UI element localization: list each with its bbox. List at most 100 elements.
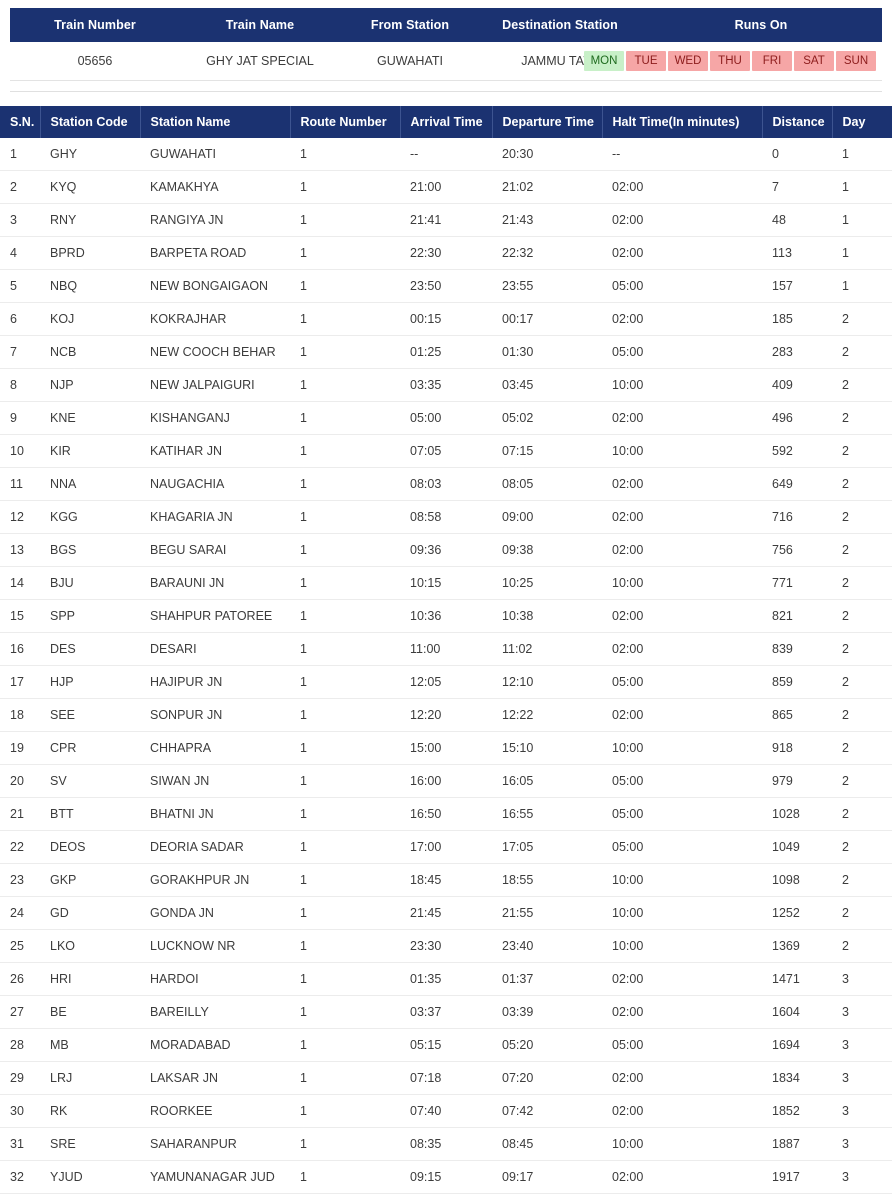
cell-day: 3 bbox=[832, 1028, 892, 1063]
cell-station-code: GKP bbox=[40, 863, 140, 898]
cell-departure-time: 09:17 bbox=[492, 1160, 602, 1195]
table-row[interactable]: 21 BTT BHATNI JN 1 16:50 16:55 05:00 1028 2 bbox=[0, 797, 892, 832]
table-row[interactable]: 23 GKP GORAKHPUR JN 1 18:45 18:55 10:00 1098 2 bbox=[0, 863, 892, 898]
cell-sn: 10 bbox=[0, 434, 40, 469]
table-row[interactable]: 26 HRI HARDOI 1 01:35 01:37 02:00 1471 3 bbox=[0, 962, 892, 997]
cell-arrival-time: 10:07 bbox=[400, 1193, 492, 1200]
cell-station-code: BGS bbox=[40, 533, 140, 568]
col-header-distance[interactable]: Distance bbox=[762, 106, 833, 139]
table-row[interactable]: 13 BGS BEGU SARAI 1 09:36 09:38 02:00 756 2 bbox=[0, 533, 892, 568]
table-row[interactable]: 20 SV SIWAN JN 1 16:00 16:05 05:00 979 2 bbox=[0, 764, 892, 799]
table-row[interactable]: 27 BE BAREILLY 1 03:37 03:39 02:00 1604 3 bbox=[0, 995, 892, 1030]
cell-station-code: SRE bbox=[40, 1127, 140, 1162]
col-header-departure-time[interactable]: Departure Time bbox=[492, 106, 603, 139]
cell-station-code: CPR bbox=[40, 731, 140, 766]
table-row[interactable]: 2 KYQ KAMAKHYA 1 21:00 21:02 02:00 7 1 bbox=[0, 170, 892, 205]
cell-route-number: 1 bbox=[290, 269, 400, 304]
table-row[interactable]: 19 CPR CHHAPRA 1 15:00 15:10 10:00 918 2 bbox=[0, 731, 892, 766]
cell-day: 2 bbox=[832, 896, 892, 931]
cell-departure-time: 12:22 bbox=[492, 698, 602, 733]
cell-halt-time: 02:00 bbox=[602, 236, 762, 271]
cell-station-name: DESARI bbox=[140, 632, 290, 667]
cell-station-name: KAMAKHYA bbox=[140, 170, 290, 205]
table-row[interactable]: 6 KOJ KOKRAJHAR 1 00:15 00:17 02:00 185 2 bbox=[0, 302, 892, 337]
table-row[interactable]: 11 NNA NAUGACHIA 1 08:03 08:05 02:00 649 2 bbox=[0, 467, 892, 502]
table-row[interactable]: 22 DEOS DEORIA SADAR 1 17:00 17:05 05:00 1049 2 bbox=[0, 830, 892, 865]
table-row[interactable]: 12 KGG KHAGARIA JN 1 08:58 09:00 02:00 716 2 bbox=[0, 500, 892, 535]
cell-distance: 0 bbox=[762, 138, 832, 172]
cell-day: 2 bbox=[832, 302, 892, 337]
cell-sn: 26 bbox=[0, 962, 40, 997]
table-row[interactable]: 8 NJP NEW JALPAIGURI 1 03:35 03:45 10:00 409 2 bbox=[0, 368, 892, 403]
table-row[interactable]: 3 RNY RANGIYA JN 1 21:41 21:43 02:00 48 1 bbox=[0, 203, 892, 238]
table-row[interactable]: 33UMBAMBALA CANT JN110:0710:1205:0019683 bbox=[0, 1193, 892, 1200]
cell-station-name: NAUGACHIA bbox=[140, 467, 290, 502]
table-row[interactable]: 1 GHY GUWAHATI 1 -- 20:30 -- 0 1 bbox=[0, 138, 892, 172]
cell-distance: 771 bbox=[762, 566, 832, 601]
cell-day: 1 bbox=[832, 138, 892, 172]
cell-sn: 4 bbox=[0, 236, 40, 271]
cell-station-code: HRI bbox=[40, 962, 140, 997]
cell-route-number: 1 bbox=[290, 764, 400, 799]
table-row[interactable]: 9 KNE KISHANGANJ 1 05:00 05:02 02:00 496 2 bbox=[0, 401, 892, 436]
cell-route-number: 1 bbox=[290, 566, 400, 601]
table-row[interactable]: 4 BPRD BARPETA ROAD 1 22:30 22:32 02:00 113 1 bbox=[0, 236, 892, 271]
cell-distance: 113 bbox=[762, 236, 832, 271]
cell-halt-time: 02:00 bbox=[602, 962, 762, 997]
cell-station-name: BARAUNI JN bbox=[140, 566, 290, 601]
cell-departure-time: 17:05 bbox=[492, 830, 602, 865]
cell-station-code: MB bbox=[40, 1028, 140, 1063]
col-header-station-name[interactable]: Station Name bbox=[140, 106, 291, 139]
cell-route-number: 1 bbox=[290, 863, 400, 898]
cell-arrival-time: 08:58 bbox=[400, 500, 492, 535]
cell-halt-time: 02:00 bbox=[602, 632, 762, 667]
table-row[interactable]: 10 KIR KATIHAR JN 1 07:05 07:15 10:00 592 2 bbox=[0, 434, 892, 469]
section-divider bbox=[10, 91, 882, 93]
table-row[interactable]: 7 NCB NEW COOCH BEHAR 1 01:25 01:30 05:00 283 2 bbox=[0, 335, 892, 370]
cell-distance: 918 bbox=[762, 731, 832, 766]
cell-station-code: LKO bbox=[40, 929, 140, 964]
col-header-sn[interactable]: S.N. bbox=[0, 106, 41, 139]
cell-distance: 979 bbox=[762, 764, 832, 799]
table-row[interactable]: 31 SRE SAHARANPUR 1 08:35 08:45 10:00 1887 3 bbox=[0, 1127, 892, 1162]
cell-day: 2 bbox=[832, 698, 892, 733]
table-row[interactable]: 18 SEE SONPUR JN 1 12:20 12:22 02:00 865 2 bbox=[0, 698, 892, 733]
cell-halt-time: 02:00 bbox=[602, 1160, 762, 1195]
table-row[interactable]: 24 GD GONDA JN 1 21:45 21:55 10:00 1252 2 bbox=[0, 896, 892, 931]
cell-day: 3 bbox=[832, 962, 892, 997]
cell-departure-time: 10:25 bbox=[492, 566, 602, 601]
day-badge-fri: FRI bbox=[752, 51, 792, 72]
cell-station-name: KATIHAR JN bbox=[140, 434, 290, 469]
cell-station-code: BE bbox=[40, 995, 140, 1030]
col-header-halt-time[interactable]: Halt Time(In minutes) bbox=[602, 106, 763, 139]
cell-day: 2 bbox=[832, 533, 892, 568]
runs-on-cell: MON TUE WED THU FRI SAT SUN bbox=[584, 42, 882, 82]
table-row[interactable]: 15 SPP SHAHPUR PATOREE 1 10:36 10:38 02:00 821 2 bbox=[0, 599, 892, 634]
cell-day: 1 bbox=[832, 170, 892, 205]
train-summary-header-row: Train Number Train Name From Station Des… bbox=[10, 8, 882, 42]
table-row[interactable]: 17 HJP HAJIPUR JN 1 12:05 12:10 05:00 859 2 bbox=[0, 665, 892, 700]
col-header-day[interactable]: Day bbox=[832, 106, 892, 139]
cell-station-name: BEGU SARAI bbox=[140, 533, 290, 568]
col-header-arrival-time[interactable]: Arrival Time bbox=[400, 106, 493, 139]
table-row[interactable]: 5 NBQ NEW BONGAIGAON 1 23:50 23:55 05:00 157 1 bbox=[0, 269, 892, 304]
table-row[interactable]: 16 DES DESARI 1 11:00 11:02 02:00 839 2 bbox=[0, 632, 892, 667]
cell-arrival-time: 08:03 bbox=[400, 467, 492, 502]
cell-day: 1 bbox=[832, 203, 892, 238]
cell-route-number: 1 bbox=[290, 1028, 400, 1063]
table-row[interactable]: 32 YJUD YAMUNANAGAR JUD 1 09:15 09:17 02:00 191… bbox=[0, 1160, 892, 1195]
table-row[interactable]: 14 BJU BARAUNI JN 1 10:15 10:25 10:00 771 2 bbox=[0, 566, 892, 601]
table-row[interactable]: 25 LKO LUCKNOW NR 1 23:30 23:40 10:00 1369 2 bbox=[0, 929, 892, 964]
table-row[interactable]: 29 LRJ LAKSAR JN 1 07:18 07:20 02:00 1834 3 bbox=[0, 1061, 892, 1096]
cell-arrival-time: 21:45 bbox=[400, 896, 492, 931]
table-row[interactable]: 28 MB MORADABAD 1 05:15 05:20 05:00 1694 3 bbox=[0, 1028, 892, 1063]
cell-arrival-time: 22:30 bbox=[400, 236, 492, 271]
table-row[interactable]: 30 RK ROORKEE 1 07:40 07:42 02:00 1852 3 bbox=[0, 1094, 892, 1129]
cell-sn: 24 bbox=[0, 896, 40, 931]
cell-halt-time: 05:00 bbox=[602, 1193, 762, 1200]
col-header-route-number[interactable]: Route Number bbox=[290, 106, 401, 139]
train-schedule-page: Train Number Train Name From Station Des… bbox=[0, 0, 892, 1200]
cell-arrival-time: 07:18 bbox=[400, 1061, 492, 1096]
col-header-station-code[interactable]: Station Code bbox=[40, 106, 141, 139]
cell-route-number: 1 bbox=[290, 731, 400, 766]
